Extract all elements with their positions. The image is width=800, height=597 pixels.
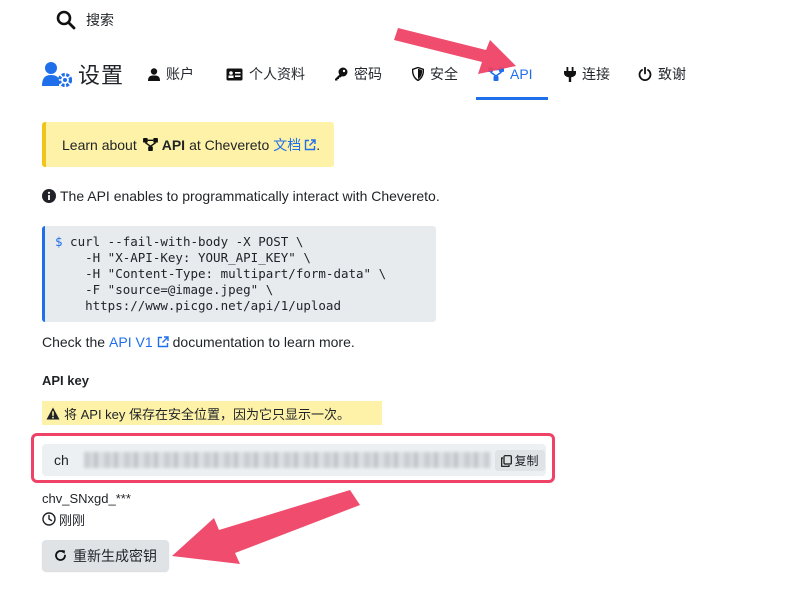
copy-button[interactable]: 复制 [495,450,545,471]
regenerate-key-button[interactable]: 重新生成密钥 [42,540,169,571]
time-text: 刚刚 [59,512,86,528]
search-icon [56,10,76,30]
copy-label: 复制 [514,454,539,468]
api-info: The API enables to programmatically inte… [42,186,440,206]
settings-tabs: 账户 个人资料 密码 安全 API 连接 致谢 [148,58,708,90]
api-key-warning: 将 API key 保存在安全位置，因为它只显示一次。 [42,401,382,425]
warning-icon [46,407,60,420]
tab-api-label: API [510,66,533,82]
tab-credits[interactable]: 致谢 [638,58,686,90]
clock-icon [42,512,56,526]
info-icon [42,189,56,203]
search-button[interactable]: 搜索 [56,8,114,32]
api-v1-link[interactable]: API V1 [109,334,153,350]
check-prefix: Check the [42,334,106,350]
tab-profile[interactable]: 个人资料 [226,58,305,90]
docs-link[interactable]: 文档 [273,135,301,155]
external-link-icon[interactable] [157,336,169,348]
active-tab-indicator [476,97,548,100]
tab-account-label: 账户 [166,66,194,82]
tab-credits-label: 致谢 [658,66,686,82]
api-key-name: chv_SNxgd_*** [42,491,131,506]
api-nodes-icon [142,138,158,151]
check-suffix: documentation to learn more. [172,334,355,350]
info-text: The API enables to programmatically inte… [60,188,440,204]
tab-password-label: 密码 [354,66,382,82]
api-key-value: ch [54,452,69,468]
api-docs-notice: Learn about API at Chevereto 文档 . [42,122,334,167]
user-cog-icon [42,61,72,87]
tab-connect-label: 连接 [582,66,610,82]
refresh-icon [54,549,67,562]
copy-icon [501,454,513,467]
api-nodes-icon [488,67,504,81]
curl-code-block: $ curl --fail-with-body -X POST \ -H "X-… [42,226,436,322]
api-docs-line: Check the API V1 documentation to learn … [42,332,355,352]
code-text: curl --fail-with-body -X POST \ -H "X-AP… [70,234,387,313]
external-link-icon[interactable] [304,138,316,151]
tab-security[interactable]: 安全 [412,58,458,90]
api-key-heading: API key [42,373,89,388]
id-card-icon [226,68,243,81]
shield-icon [412,67,424,81]
notice-api: API [161,136,186,153]
tab-api[interactable]: API [488,58,533,90]
annotation-arrow-bottom [172,490,360,564]
tab-connect[interactable]: 连接 [564,58,610,90]
power-icon [638,67,652,81]
plug-icon [564,66,576,82]
regenerate-label: 重新生成密钥 [73,547,157,564]
tab-password[interactable]: 密码 [334,58,382,90]
page-title-label: 设置 [78,63,125,88]
notice-middle: at Chevereto [189,136,270,153]
page-title: 设置 [42,58,124,90]
tab-security-label: 安全 [430,66,458,82]
notice-prefix: Learn about [62,136,137,153]
notice-suffix: . [316,136,321,153]
api-key-time: 刚刚 [42,510,85,528]
api-key-redaction [84,452,490,468]
code-prompt: $ [55,234,63,249]
user-icon [148,67,160,81]
search-label: 搜索 [86,12,114,28]
tab-profile-label: 个人资料 [249,66,305,82]
tab-account[interactable]: 账户 [148,58,194,90]
key-icon [334,67,348,81]
warning-text: 将 API key 保存在安全位置，因为它只显示一次。 [64,406,351,422]
